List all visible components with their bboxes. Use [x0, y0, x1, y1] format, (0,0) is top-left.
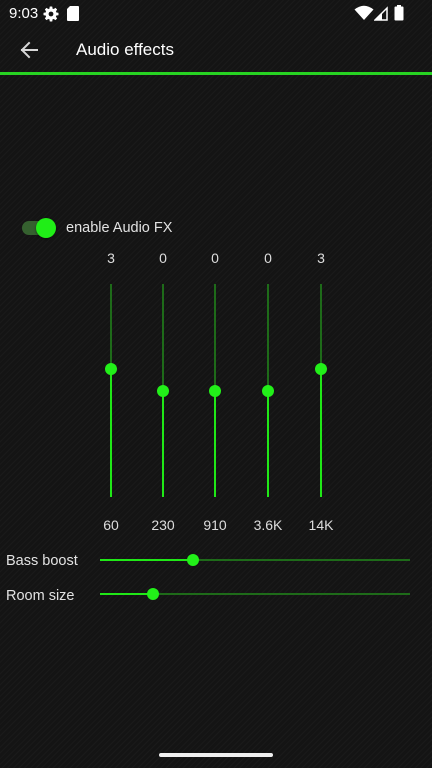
eq-band-active-track	[267, 390, 269, 497]
eq-band-frequency: 60	[103, 517, 119, 533]
eq-band-slider[interactable]	[205, 280, 225, 500]
room-size-active-track	[100, 593, 153, 595]
eq-band-frequency: 3.6K	[253, 517, 283, 533]
bass-boost-active-track	[100, 559, 193, 561]
eq-band: 0 3.6K	[238, 248, 298, 538]
bass-boost-slider[interactable]	[100, 550, 410, 570]
bass-boost-label: Bass boost	[6, 553, 78, 569]
eq-band-active-track	[110, 369, 112, 497]
eq-band-frequency: 14K	[308, 517, 334, 533]
eq-band-thumb[interactable]	[315, 363, 327, 376]
eq-band-slider[interactable]	[153, 280, 173, 500]
eq-band: 0 230	[133, 248, 193, 538]
eq-band-value: 0	[159, 250, 167, 266]
equalizer: 3 60 0 230 0 910 0 3.6K 3 14K	[0, 0, 432, 540]
eq-band-value: 0	[264, 250, 272, 266]
eq-band-active-track	[162, 390, 164, 497]
home-indicator[interactable]	[159, 753, 273, 757]
eq-band-slider[interactable]	[101, 280, 121, 500]
eq-band-frequency: 230	[151, 517, 175, 533]
room-size-label: Room size	[6, 588, 75, 604]
eq-band-thumb[interactable]	[105, 363, 117, 376]
eq-band-slider[interactable]	[311, 280, 331, 500]
eq-band-slider[interactable]	[258, 280, 278, 500]
eq-band-value: 3	[107, 250, 115, 266]
room-size-slider[interactable]	[100, 584, 410, 604]
eq-band-frequency: 910	[203, 517, 227, 533]
eq-band-thumb[interactable]	[157, 384, 169, 397]
eq-band: 3 60	[81, 248, 141, 538]
eq-band-active-track	[214, 390, 216, 497]
eq-band-value: 3	[317, 250, 325, 266]
eq-band-value: 0	[211, 250, 219, 266]
eq-band: 0 910	[185, 248, 245, 538]
eq-band-active-track	[320, 369, 322, 497]
eq-band-thumb[interactable]	[209, 384, 221, 397]
eq-band-thumb[interactable]	[262, 384, 274, 397]
eq-band: 3 14K	[291, 248, 351, 538]
room-size-thumb[interactable]	[146, 588, 159, 600]
bass-boost-thumb[interactable]	[187, 554, 199, 566]
